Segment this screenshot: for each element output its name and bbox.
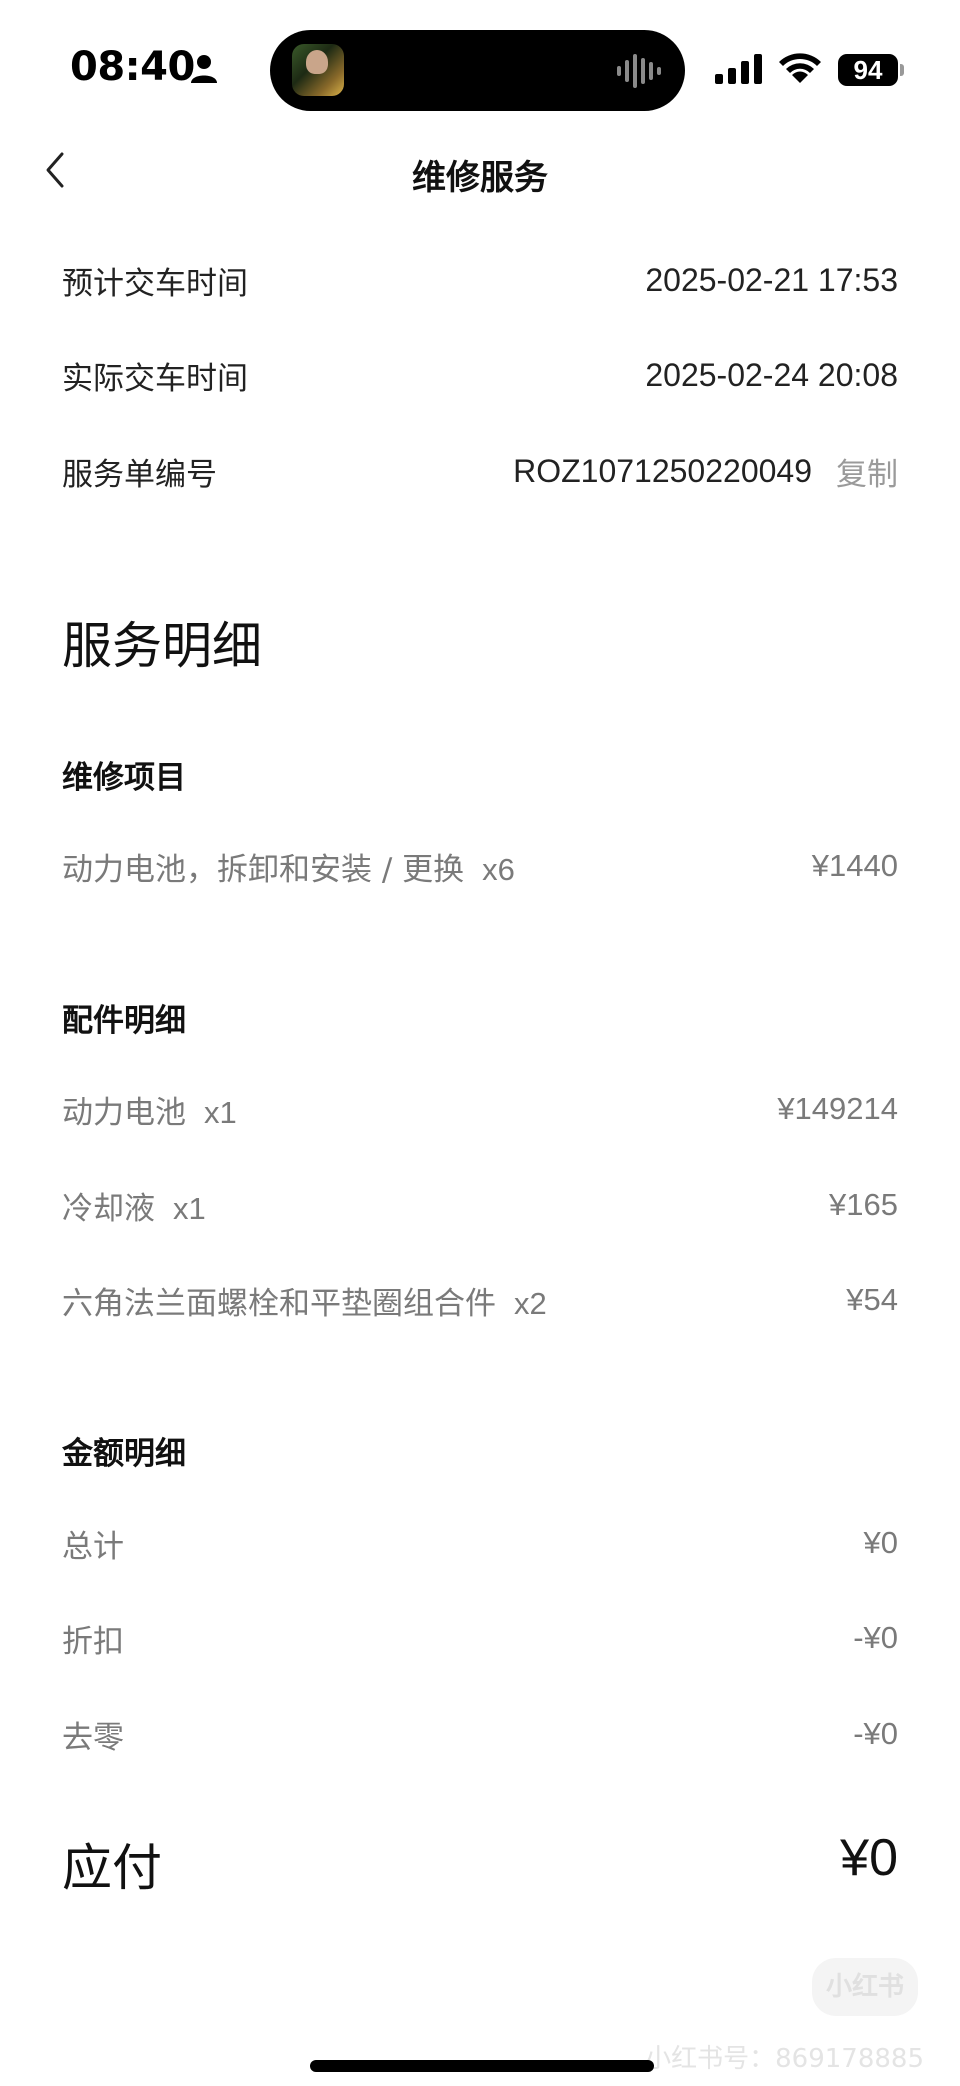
- part-name: 六角法兰面螺栓和平垫圈组合件: [62, 1285, 496, 1322]
- payable-label: 应付: [62, 1839, 162, 1897]
- order-number-group: ROZ1071250220049 复制: [513, 449, 898, 494]
- expected-delivery-row: 预计交车时间 2025-02-21 17:53: [62, 255, 898, 305]
- part-price: ¥54: [846, 1282, 898, 1317]
- actual-delivery-row: 实际交车时间 2025-02-24 20:08: [62, 350, 898, 400]
- repair-items-heading: 维修项目: [62, 760, 186, 796]
- parts-heading: 配件明细: [62, 1003, 186, 1039]
- amount-details-heading: 金额明细: [62, 1436, 186, 1472]
- battery-tip: [900, 64, 904, 76]
- status-time: 08:40: [70, 44, 195, 90]
- part-qty: x1: [204, 1094, 237, 1130]
- amount-rounding-row: 去零 -¥0: [62, 1709, 898, 1759]
- home-indicator[interactable]: [310, 2060, 654, 2072]
- amount-discount-value: -¥0: [853, 1620, 898, 1655]
- audio-waveform-icon: [617, 54, 661, 88]
- amount-rounding-label: 去零: [62, 1719, 124, 1756]
- cellular-signal-icon: [715, 54, 762, 84]
- list-item: 动力电池 x1 ¥149214: [62, 1084, 898, 1134]
- battery-indicator: 94: [838, 54, 904, 86]
- actual-delivery-label: 实际交车时间: [62, 360, 248, 397]
- page-title: 维修服务: [412, 158, 548, 198]
- part-price: ¥165: [829, 1187, 898, 1222]
- part-price: ¥149214: [777, 1091, 898, 1126]
- order-number-row: 服务单编号 ROZ1071250220049 复制: [62, 446, 898, 496]
- part-name: 冷却液: [62, 1190, 155, 1227]
- person-icon: [191, 55, 217, 83]
- expected-delivery-label: 预计交车时间: [62, 265, 248, 302]
- list-item: 动力电池，拆卸和安装 / 更换 x6 ¥1440: [62, 841, 898, 891]
- watermark-logo: 小红书: [812, 1958, 918, 2016]
- status-bar: 08:40 94: [0, 0, 960, 130]
- service-details-heading: 服务明细: [62, 617, 262, 675]
- part-qty: x2: [514, 1285, 547, 1321]
- wifi-icon: [779, 53, 821, 83]
- order-number-value: ROZ1071250220049: [513, 452, 812, 489]
- amount-discount-label: 折扣: [62, 1623, 124, 1660]
- repair-item-qty: x6: [482, 851, 515, 887]
- amount-total-row: 总计 ¥0: [62, 1518, 898, 1568]
- amount-rounding-value: -¥0: [853, 1716, 898, 1751]
- part-name: 动力电池: [62, 1094, 186, 1131]
- order-number-label: 服务单编号: [62, 456, 217, 493]
- repair-item-price: ¥1440: [811, 848, 898, 883]
- list-item: 冷却液 x1 ¥165: [62, 1180, 898, 1230]
- amount-total-label: 总计: [62, 1528, 124, 1565]
- dynamic-island[interactable]: [270, 30, 685, 111]
- expected-delivery-value: 2025-02-21 17:53: [645, 261, 898, 298]
- nav-bar: 维修服务: [0, 130, 960, 210]
- copy-button[interactable]: 复制: [836, 449, 898, 494]
- part-qty: x1: [173, 1190, 206, 1226]
- actual-delivery-value: 2025-02-24 20:08: [645, 356, 898, 393]
- repair-item-name: 动力电池，拆卸和安装 / 更换: [62, 851, 465, 888]
- watermark-text: 小红书号：869178885: [645, 2044, 924, 2074]
- now-playing-artwork: [292, 44, 344, 96]
- list-item: 六角法兰面螺栓和平垫圈组合件 x2 ¥54: [62, 1275, 898, 1325]
- amount-total-value: ¥0: [863, 1525, 898, 1560]
- amount-discount-row: 折扣 -¥0: [62, 1613, 898, 1663]
- battery-level: 94: [838, 54, 898, 86]
- payable-value: ¥0: [840, 1829, 898, 1887]
